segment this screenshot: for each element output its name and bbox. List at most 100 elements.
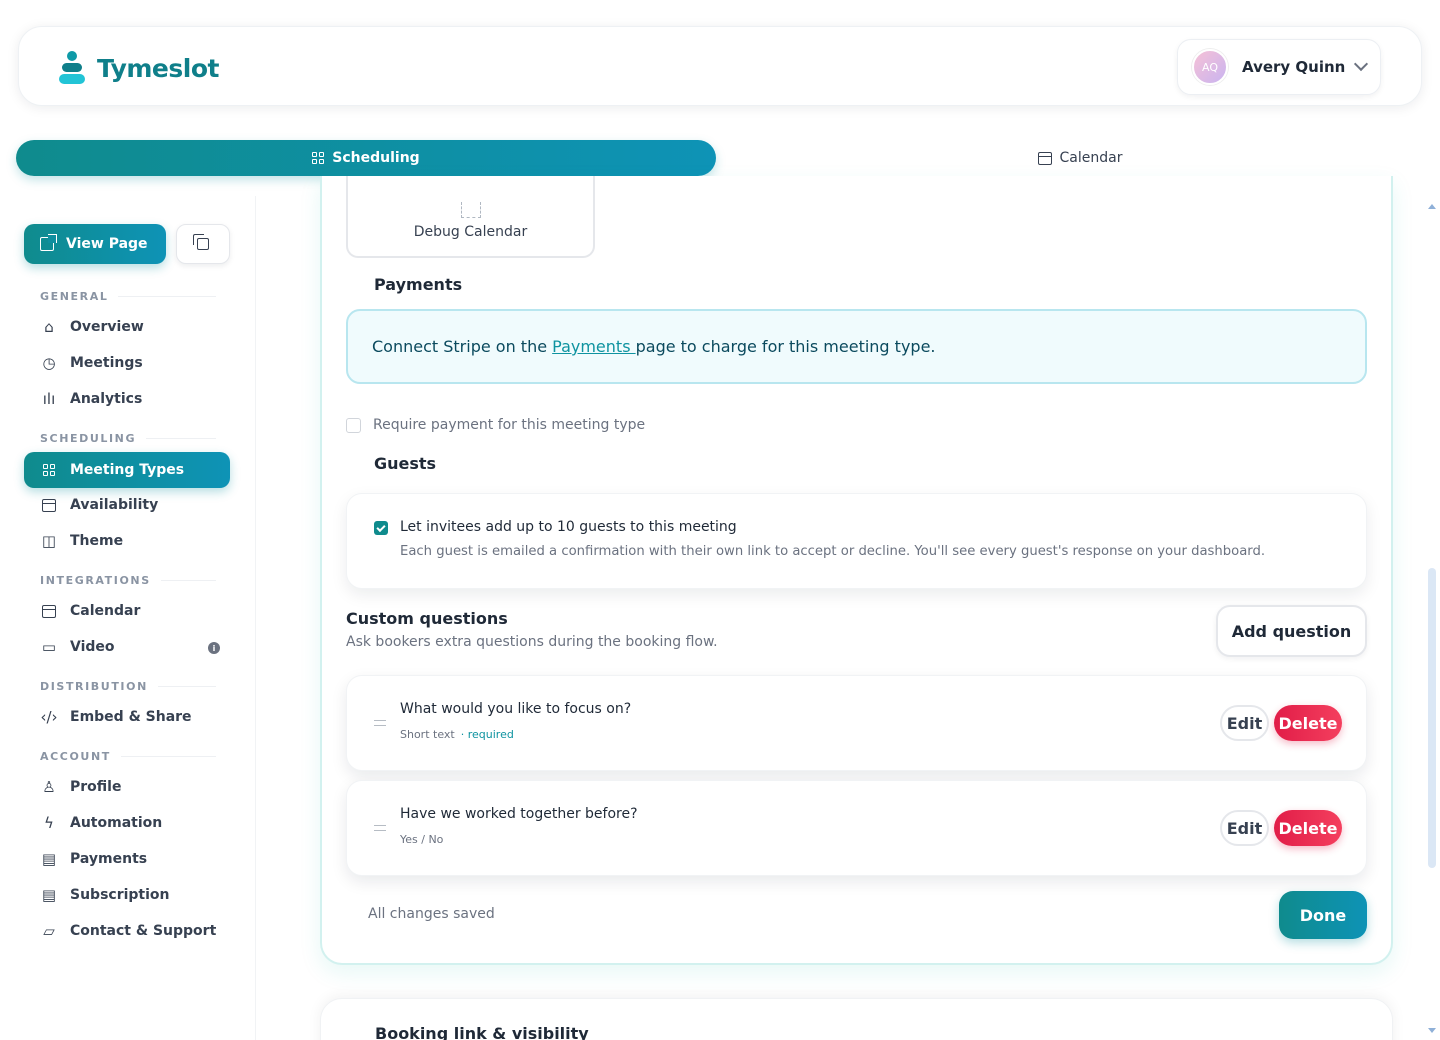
sidebar-item-label: Meeting Types bbox=[70, 462, 185, 478]
sidebar-item-label: Analytics bbox=[70, 391, 143, 407]
layout-icon: ◫ bbox=[41, 532, 57, 550]
scroll-up-arrow-icon[interactable] bbox=[1428, 204, 1436, 209]
grid-icon bbox=[312, 152, 325, 164]
user-icon: ♙ bbox=[42, 778, 56, 796]
booking-link-card: Booking link & visibility bbox=[320, 998, 1393, 1040]
custom-questions-heading: Custom questions bbox=[346, 609, 508, 628]
sidebar-item-profile[interactable]: ♙ Profile bbox=[24, 769, 230, 805]
require-payment-row: Require payment for this meeting type bbox=[346, 417, 645, 433]
delete-question-button[interactable]: Delete bbox=[1274, 810, 1342, 846]
question-type: Short text bbox=[400, 728, 455, 741]
clock-icon: ◷ bbox=[42, 354, 56, 372]
question-meta: Short text · required bbox=[400, 728, 514, 741]
sidebar-item-meeting-types[interactable]: Meeting Types bbox=[24, 452, 230, 488]
view-page-button[interactable]: View Page bbox=[24, 224, 166, 264]
sidebar-item-availability[interactable]: Availability bbox=[24, 487, 230, 523]
sidebar-item-theme[interactable]: ◫ Theme bbox=[24, 523, 230, 559]
section-scheduling: SCHEDULING bbox=[40, 432, 216, 445]
user-name: Avery Quinn bbox=[1242, 58, 1346, 76]
app-header: Tymeslot AQ Avery Quinn bbox=[18, 26, 1422, 106]
section-general: GENERAL bbox=[40, 290, 216, 303]
logo-icon bbox=[59, 51, 85, 85]
lightning-icon: ϟ bbox=[44, 814, 54, 832]
drag-handle-icon[interactable] bbox=[374, 825, 386, 831]
sidebar-item-label: Meetings bbox=[70, 355, 143, 371]
delete-question-button[interactable]: Delete bbox=[1274, 705, 1342, 741]
credit-card-icon: ▤ bbox=[41, 850, 57, 868]
require-payment-checkbox[interactable] bbox=[346, 417, 361, 433]
edit-question-button[interactable]: Edit bbox=[1220, 705, 1269, 741]
credit-card-icon: ▤ bbox=[41, 886, 57, 904]
sidebar-item-calendar[interactable]: Calendar bbox=[24, 593, 230, 629]
drag-handle-icon[interactable] bbox=[374, 720, 386, 726]
scrollbar-thumb[interactable] bbox=[1428, 568, 1436, 868]
sidebar-item-label: Video bbox=[70, 639, 115, 655]
required-badge: · required bbox=[460, 728, 514, 741]
guests-card: Let invitees add up to 10 guests to this… bbox=[346, 493, 1367, 589]
chevron-down-icon bbox=[1353, 56, 1369, 72]
stripe-notice: Connect Stripe on the Payments page to c… bbox=[346, 309, 1367, 384]
sidebar-item-overview[interactable]: ⌂ Overview bbox=[24, 309, 230, 345]
save-status: All changes saved bbox=[368, 906, 495, 922]
question-label: Have we worked together before? bbox=[400, 806, 638, 822]
stripe-notice-suffix: page to charge for this meeting type. bbox=[635, 337, 936, 356]
allow-guests-checkbox[interactable] bbox=[374, 521, 388, 535]
custom-questions-subheading: Ask bookers extra questions during the b… bbox=[346, 634, 718, 650]
sidebar-item-label: Overview bbox=[70, 319, 144, 335]
code-icon: ‹/› bbox=[40, 708, 58, 726]
view-page-label: View Page bbox=[66, 236, 148, 252]
edit-question-button[interactable]: Edit bbox=[1220, 810, 1269, 846]
question-card: What would you like to focus on? Short t… bbox=[346, 675, 1367, 771]
tab-scheduling[interactable]: Scheduling bbox=[16, 140, 716, 176]
guests-heading: Guests bbox=[374, 454, 437, 473]
debug-calendar-option[interactable]: Debug Calendar bbox=[346, 176, 595, 258]
sidebar: View Page GENERAL ⌂ Overview ◷ Meetings … bbox=[0, 196, 256, 1040]
question-type: Yes / No bbox=[400, 833, 444, 846]
sidebar-item-label: Subscription bbox=[70, 887, 170, 903]
chat-icon: ▱ bbox=[43, 922, 55, 940]
done-button[interactable]: Done bbox=[1279, 891, 1367, 939]
copy-icon bbox=[193, 234, 209, 250]
app-logo[interactable]: Tymeslot bbox=[59, 51, 219, 85]
sidebar-item-payments[interactable]: ▤ Payments bbox=[24, 841, 230, 877]
payments-page-link[interactable]: Payments bbox=[552, 337, 635, 356]
sidebar-item-label: Availability bbox=[70, 497, 159, 513]
sidebar-item-automation[interactable]: ϟ Automation bbox=[24, 805, 230, 841]
sidebar-item-analytics[interactable]: ılı Analytics bbox=[24, 381, 230, 417]
question-card: Have we worked together before? Yes / No… bbox=[346, 780, 1367, 876]
sidebar-item-video[interactable]: ▭ Video i bbox=[24, 629, 230, 665]
section-account: ACCOUNT bbox=[40, 750, 216, 763]
avatar: AQ bbox=[1192, 49, 1228, 85]
question-meta: Yes / No bbox=[400, 833, 443, 846]
copy-link-button[interactable] bbox=[176, 224, 230, 264]
sidebar-item-label: Calendar bbox=[70, 603, 141, 619]
require-payment-label: Require payment for this meeting type bbox=[373, 417, 646, 433]
sidebar-item-meetings[interactable]: ◷ Meetings bbox=[24, 345, 230, 381]
sidebar-item-label: Embed & Share bbox=[70, 709, 192, 725]
user-menu[interactable]: AQ Avery Quinn bbox=[1177, 39, 1381, 95]
sidebar-item-label: Theme bbox=[70, 533, 124, 549]
sidebar-item-contact-support[interactable]: ▱ Contact & Support bbox=[24, 913, 230, 949]
debug-calendar-label: Debug Calendar bbox=[413, 224, 528, 240]
scroll-down-arrow-icon[interactable] bbox=[1428, 1028, 1436, 1033]
sidebar-item-subscription[interactable]: ▤ Subscription bbox=[24, 877, 230, 913]
stripe-notice-prefix: Connect Stripe on the bbox=[372, 337, 553, 356]
allow-guests-label: Let invitees add up to 10 guests to this… bbox=[400, 519, 737, 535]
calendar-icon bbox=[40, 602, 58, 620]
app-name: Tymeslot bbox=[97, 53, 219, 83]
external-link-icon bbox=[40, 234, 57, 251]
sidebar-item-label: Payments bbox=[70, 851, 148, 867]
info-icon[interactable]: i bbox=[208, 642, 220, 654]
sidebar-item-embed-share[interactable]: ‹/› Embed & Share bbox=[24, 699, 230, 735]
guests-description: Each guest is emailed a confirmation wit… bbox=[400, 544, 1266, 559]
section-distribution: DISTRIBUTION bbox=[40, 680, 216, 693]
tab-calendar-label: Calendar bbox=[1059, 150, 1123, 166]
question-label: What would you like to focus on? bbox=[400, 701, 632, 717]
section-integrations: INTEGRATIONS bbox=[40, 574, 216, 587]
sidebar-item-label: Automation bbox=[70, 815, 163, 831]
sidebar-item-label: Profile bbox=[70, 779, 122, 795]
payments-heading: Payments bbox=[374, 275, 463, 294]
add-question-button[interactable]: Add question bbox=[1216, 605, 1367, 657]
tab-scheduling-label: Scheduling bbox=[332, 150, 420, 166]
tab-calendar[interactable]: Calendar bbox=[730, 140, 1430, 176]
